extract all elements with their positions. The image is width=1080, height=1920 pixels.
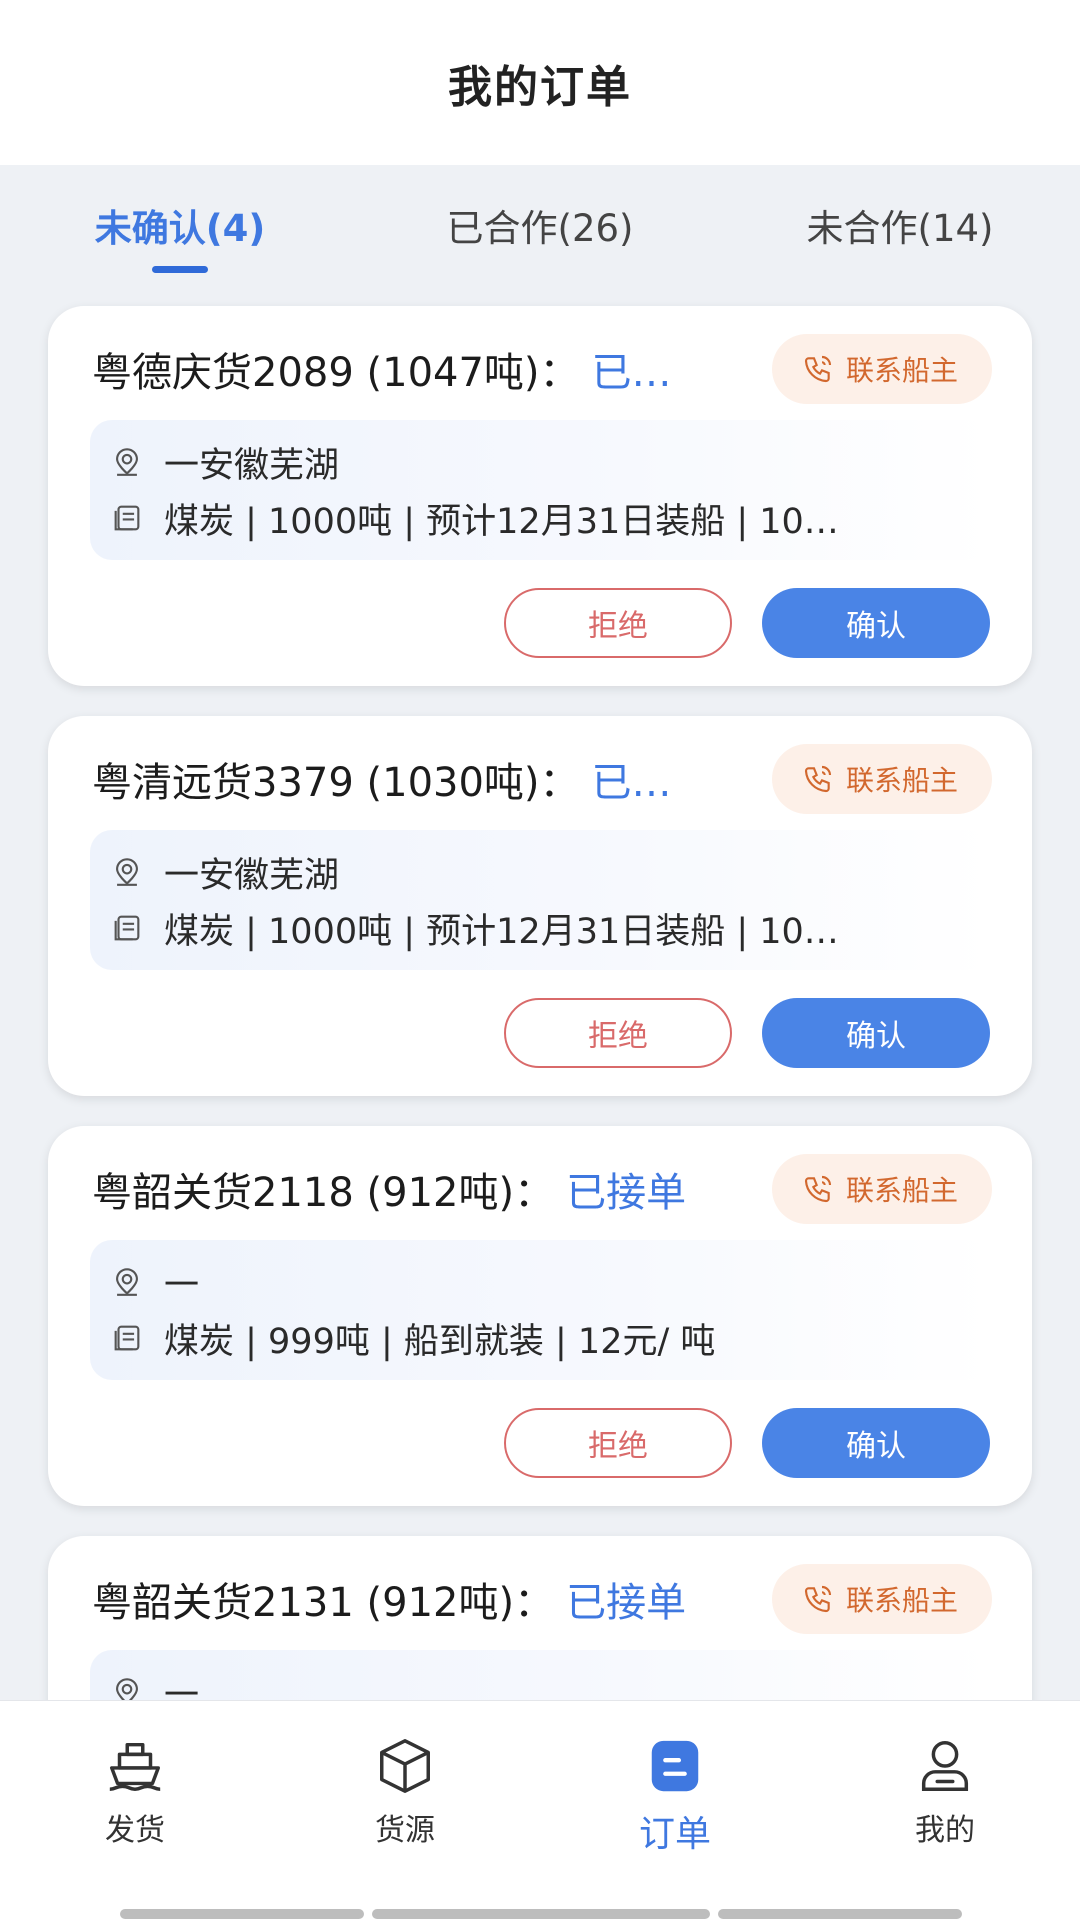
tab-indicator (152, 266, 208, 273)
nav-mine[interactable]: 我的 (810, 1735, 1080, 1861)
route-text: 一安徽芜湖 (164, 445, 340, 486)
contact-label: 联系船主 (845, 1174, 958, 1207)
order-card-header: 粤清远货3379 (1030吨)： 已… 联系船主 (92, 744, 992, 814)
tab-label: 未确认(4) (94, 207, 266, 250)
order-title: 粤韶关货2118 (912吨)： (92, 1170, 555, 1216)
route-text: 一安徽芜湖 (164, 855, 340, 896)
detail-line: 煤炭 | 999吨 | 船到就装 | 12元/ 吨 (110, 1310, 970, 1366)
document-icon (114, 915, 140, 941)
contact-owner-button[interactable]: 联系船主 (771, 1154, 992, 1224)
route-line: 一安徽芜湖 (110, 434, 970, 490)
order-status: 已… (591, 350, 672, 396)
nav-label: 发货 (105, 1813, 165, 1848)
order-card: 粤韶关货2118 (912吨)： 已接单 联系船主 一 煤炭 | 999吨 | … (48, 1126, 1032, 1506)
order-list[interactable]: 粤德庆货2089 (1047吨)： 已… 联系船主 一安徽芜湖 煤炭 | 100… (48, 306, 1032, 1920)
order-title: 粤清远货3379 (1030吨)： (92, 760, 580, 806)
order-tabs: 未确认(4) 已合作(26) 未合作(14) (0, 165, 1080, 285)
order-actions: 拒绝 确认 (504, 1408, 990, 1478)
location-icon (116, 1268, 138, 1296)
order-card: 粤德庆货2089 (1047吨)： 已… 联系船主 一安徽芜湖 煤炭 | 100… (48, 306, 1032, 686)
detail-line: 煤炭 | 1000吨 | 预计12月31日装船 | 10… (110, 490, 970, 546)
order-info: 一安徽芜湖 煤炭 | 1000吨 | 预计12月31日装船 | 10… (90, 830, 990, 970)
route-line: 一 (110, 1254, 970, 1310)
order-icon (651, 1740, 699, 1792)
route-line: 一安徽芜湖 (110, 844, 970, 900)
detail-text: 煤炭 | 999吨 | 船到就装 | 12元/ 吨 (164, 1321, 716, 1362)
document-icon (114, 1325, 140, 1351)
nav-label: 订单 (638, 1814, 711, 1855)
contact-label: 联系船主 (845, 764, 958, 797)
reject-button[interactable]: 拒绝 (504, 1408, 732, 1478)
contact-owner-button[interactable]: 联系船主 (771, 334, 992, 404)
nav-cargo[interactable]: 货源 (270, 1735, 540, 1861)
confirm-button[interactable]: 确认 (762, 1408, 990, 1478)
order-status: 已… (591, 760, 672, 806)
contact-label: 联系船主 (845, 354, 958, 387)
order-card-header: 粤韶关货2131 (912吨)： 已接单 联系船主 (92, 1564, 992, 1634)
order-actions: 拒绝 确认 (504, 998, 990, 1068)
document-icon (114, 505, 140, 531)
order-card-header: 粤韶关货2118 (912吨)： 已接单 联系船主 (92, 1154, 992, 1224)
contact-label: 联系船主 (845, 1584, 958, 1617)
nav-label: 我的 (915, 1813, 975, 1848)
phone-icon (804, 1585, 832, 1613)
reject-button[interactable]: 拒绝 (504, 588, 732, 658)
contact-owner-button[interactable]: 联系船主 (771, 1564, 992, 1634)
tab-label: 未合作(14) (806, 207, 994, 250)
ship-icon (109, 1742, 161, 1791)
header: 我的订单 (0, 0, 1080, 165)
order-info: 一安徽芜湖 煤炭 | 1000吨 | 预计12月31日装船 | 10… (90, 420, 990, 560)
confirm-button[interactable]: 确认 (762, 998, 990, 1068)
phone-icon (804, 355, 832, 383)
order-card: 粤清远货3379 (1030吨)： 已… 联系船主 一安徽芜湖 煤炭 | 100… (48, 716, 1032, 1096)
order-title: 粤德庆货2089 (1047吨)： (92, 350, 580, 396)
bottom-nav: 发货 货源 订单 我的 (0, 1700, 1080, 1920)
user-icon (921, 1741, 969, 1791)
route-text: 一 (164, 1265, 200, 1306)
order-title: 粤韶关货2131 (912吨)： (92, 1580, 555, 1626)
nav-orders[interactable]: 订单 (540, 1735, 810, 1861)
detail-line: 煤炭 | 1000吨 | 预计12月31日装船 | 10… (110, 900, 970, 956)
nav-label: 货源 (375, 1813, 435, 1848)
tab-cooperated[interactable]: 已合作(26) (360, 165, 720, 285)
tab-label: 已合作(26) (446, 207, 634, 250)
contact-owner-button[interactable]: 联系船主 (771, 744, 992, 814)
order-status: 已接单 (566, 1580, 687, 1626)
detail-text: 煤炭 | 1000吨 | 预计12月31日装船 | 10… (164, 911, 839, 952)
phone-icon (804, 765, 832, 793)
reject-button[interactable]: 拒绝 (504, 998, 732, 1068)
order-status: 已接单 (566, 1170, 687, 1216)
order-card-header: 粤德庆货2089 (1047吨)： 已… 联系船主 (92, 334, 992, 404)
detail-text: 煤炭 | 1000吨 | 预计12月31日装船 | 10… (164, 501, 839, 542)
nav-ship[interactable]: 发货 (0, 1735, 270, 1861)
order-info: 一 煤炭 | 999吨 | 船到就装 | 12元/ 吨 (90, 1240, 990, 1380)
phone-icon (804, 1175, 832, 1203)
location-icon (116, 858, 138, 886)
page-title: 我的订单 (448, 61, 632, 113)
box-icon (380, 1739, 430, 1793)
home-indicator (120, 1909, 962, 1919)
location-icon (116, 448, 138, 476)
order-actions: 拒绝 确认 (504, 588, 990, 658)
tab-not-cooperated[interactable]: 未合作(14) (720, 165, 1080, 285)
tab-unconfirmed[interactable]: 未确认(4) (0, 165, 360, 285)
confirm-button[interactable]: 确认 (762, 588, 990, 658)
